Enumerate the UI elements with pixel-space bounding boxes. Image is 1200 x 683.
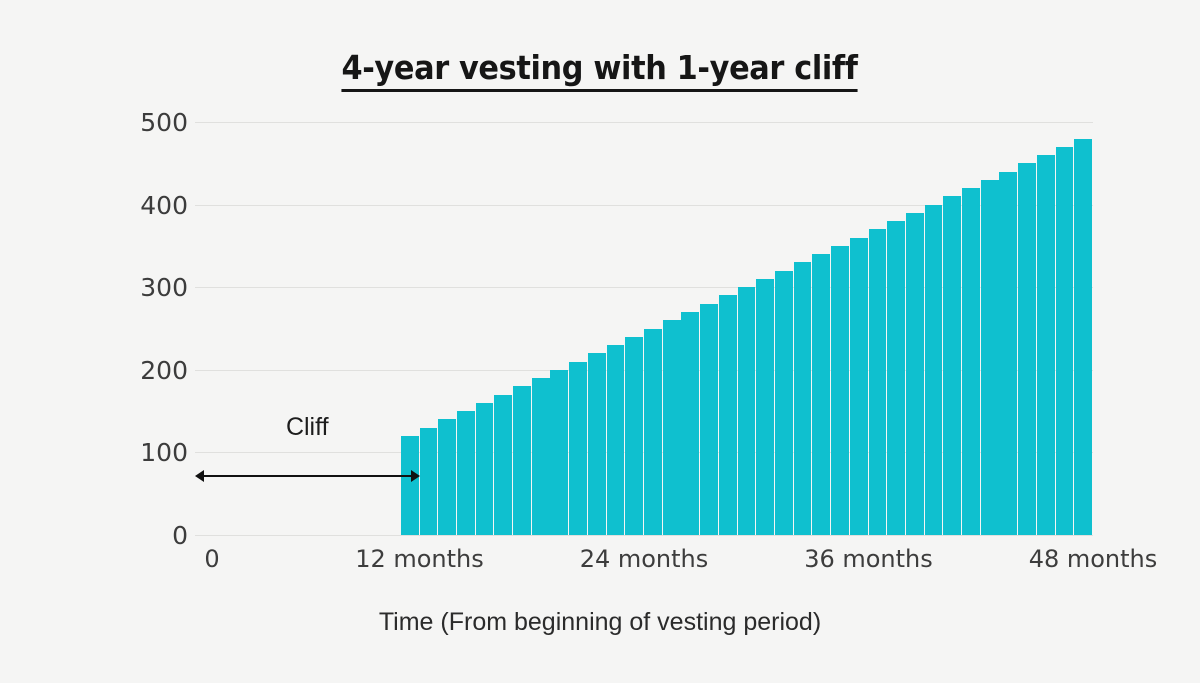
bar (513, 386, 531, 535)
chart-title-text: 4-year vesting with 1-year cliff (342, 48, 858, 92)
bar (550, 370, 568, 535)
bar (999, 172, 1017, 535)
x-tick-label: 24 months (534, 547, 754, 571)
bar (719, 295, 737, 535)
y-tick-label: 0 (68, 523, 188, 548)
bar (906, 213, 924, 535)
arrow-right-head-icon (411, 470, 420, 482)
bar (738, 287, 756, 535)
bar (1074, 139, 1092, 535)
bar (663, 320, 681, 535)
bar (1037, 155, 1055, 535)
bar (532, 378, 550, 535)
x-tick-label: 12 months (310, 547, 530, 571)
bar (812, 254, 830, 535)
bar (981, 180, 999, 535)
bar (569, 362, 587, 535)
chart-title: 4-year vesting with 1-year cliff (0, 48, 1200, 92)
x-tick-label: 48 months (983, 547, 1200, 571)
bar (681, 312, 699, 535)
bar (943, 196, 961, 535)
x-tick-label: 36 months (759, 547, 979, 571)
bar (457, 411, 475, 535)
bar (775, 271, 793, 535)
cliff-label: Cliff (232, 415, 382, 440)
bar (831, 246, 849, 535)
bar (420, 428, 438, 535)
y-tick-label: 300 (68, 275, 188, 300)
bar (962, 188, 980, 535)
cliff-arrow-line (201, 475, 414, 477)
x-axis-title: Time (From beginning of vesting period) (0, 608, 1200, 637)
y-tick-label: 500 (68, 110, 188, 135)
bar (494, 395, 512, 535)
bar (1018, 163, 1036, 535)
bar (925, 205, 943, 535)
chart-figure: 4-year vesting with 1-year cliff Vested … (0, 0, 1200, 683)
bar (607, 345, 625, 535)
bar (1056, 147, 1074, 535)
bar (476, 403, 494, 535)
bar (625, 337, 643, 535)
bar (794, 262, 812, 535)
bar (850, 238, 868, 535)
y-tick-label: 200 (68, 358, 188, 383)
bar (869, 229, 887, 535)
y-tick-label: 400 (68, 193, 188, 218)
x-tick-label: 0 (102, 547, 322, 571)
bar (588, 353, 606, 535)
bar (700, 304, 718, 535)
bar (438, 419, 456, 535)
bar (401, 436, 419, 535)
gridline (195, 535, 1093, 536)
cliff-arrow-annotation (195, 468, 420, 484)
bar (887, 221, 905, 535)
bar (644, 329, 662, 536)
bar (756, 279, 774, 535)
y-tick-label: 100 (68, 440, 188, 465)
